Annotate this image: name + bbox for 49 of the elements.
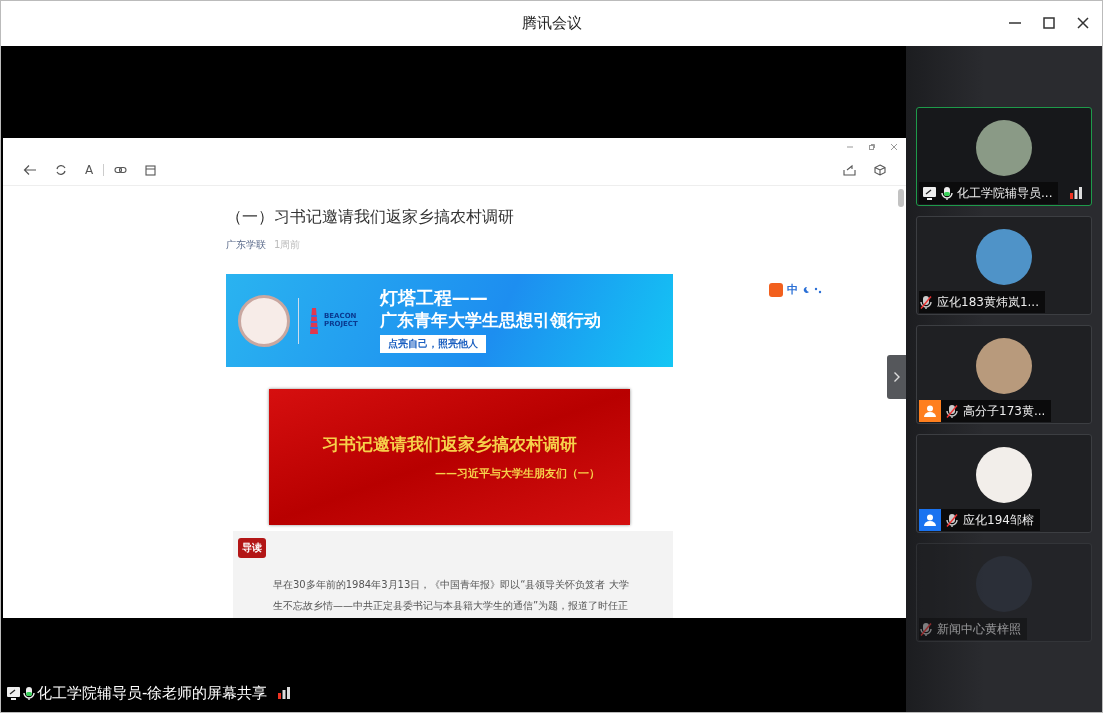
article-title: （一）习书记邀请我们返家乡搞农村调研 — [226, 207, 515, 228]
participant-name: 新闻中心黄梓照 — [937, 620, 1021, 638]
banner-headline: 灯塔工程—— — [379, 288, 489, 309]
avatar-photo — [976, 447, 1032, 503]
signal-strength-icon — [277, 687, 292, 699]
window-title: 腾讯会议 — [521, 14, 582, 33]
avatar-photo — [976, 338, 1032, 394]
participant-tile[interactable]: 化工学院辅导员... — [916, 107, 1092, 206]
microphone-icon — [23, 685, 35, 701]
participant-name: 高分子173黄... — [963, 402, 1046, 420]
scrollbar-thumb[interactable] — [898, 189, 904, 207]
participant-tile[interactable]: 应化194邹榕 — [916, 434, 1092, 533]
screen-share-icon — [6, 685, 21, 701]
refresh-icon[interactable] — [55, 164, 67, 176]
chevron-right-icon — [892, 371, 901, 383]
back-arrow-icon[interactable] — [23, 164, 37, 176]
ime-logo-icon — [769, 282, 783, 297]
intro-text: 早在30多年前的1984年3月13日，《中国青年报》即以“县领导关怀负笈者 大学 — [273, 578, 630, 592]
maximize-icon[interactable] — [1042, 16, 1056, 30]
banner-slogan: 点亮自己，照亮他人 — [379, 334, 486, 353]
ime-toolbar[interactable]: 中 — [769, 282, 825, 297]
banner-title: 习书记邀请我们返家乡搞农村调研 — [322, 433, 577, 456]
link-icon[interactable] — [114, 165, 128, 175]
participant-tile[interactable]: 应化183黄炜岚1... — [916, 216, 1092, 315]
banner-headline: 广东青年大学生思想引领行动 — [379, 311, 601, 330]
punctuation-icon — [814, 285, 822, 294]
participant-tile[interactable]: 高分子173黄... — [916, 325, 1092, 424]
moon-icon — [802, 285, 810, 294]
tower-icon — [307, 305, 321, 336]
font-size-button[interactable]: A — [85, 163, 94, 177]
participant-name: 化工学院辅导员... — [957, 184, 1053, 202]
presenter-label: 化工学院辅导员-徐老师的屏幕共享 — [37, 683, 268, 703]
next-page-button[interactable] — [887, 355, 906, 399]
emblem-icon — [238, 294, 290, 347]
share-icon[interactable] — [843, 164, 856, 176]
intro-tag: 导读 — [238, 538, 266, 558]
window-icon[interactable] — [145, 164, 157, 176]
participant-tile[interactable]: 新闻中心黄梓照 — [916, 543, 1092, 642]
avatar-photo — [976, 120, 1032, 176]
cube-icon[interactable] — [874, 164, 886, 176]
intro-text: 生不忘故乡情——中共正定县委书记与本县籍大学生的通信”为题，报道了时任正 — [273, 599, 630, 613]
banner-subtitle: ——习近平与大学生朋友们（一） — [435, 466, 600, 481]
avatar-photo — [976, 229, 1032, 285]
article-source-link[interactable]: 广东学联 — [226, 238, 266, 252]
screen-share-icon — [922, 185, 937, 201]
close-icon[interactable] — [1076, 16, 1090, 30]
participant-name: 应化194邹榕 — [963, 511, 1034, 529]
restore-icon[interactable] — [868, 142, 876, 151]
participant-name: 应化183黄炜岚1... — [937, 293, 1039, 311]
